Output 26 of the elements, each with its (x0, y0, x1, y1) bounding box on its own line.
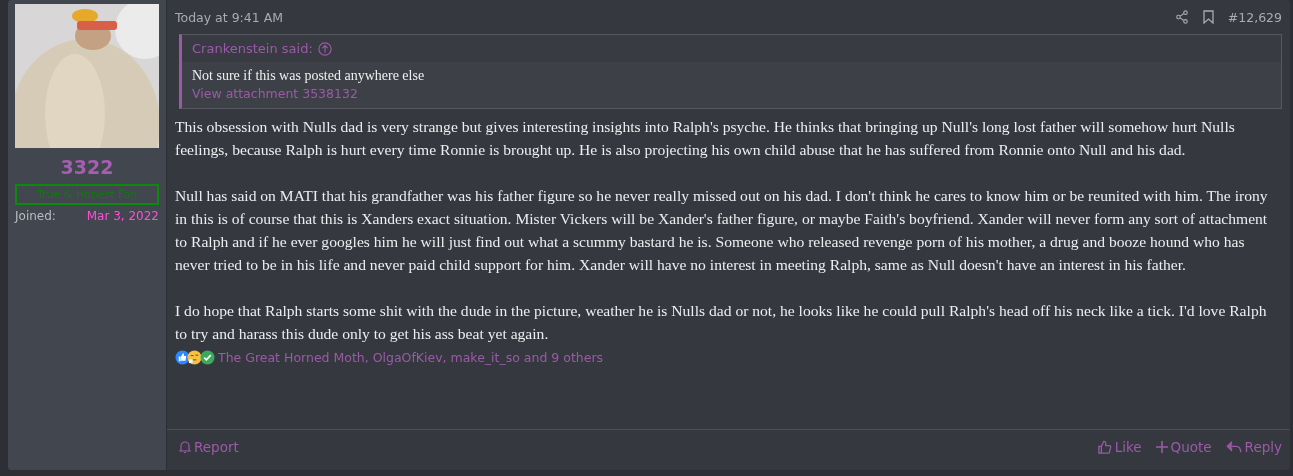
quote-author[interactable]: Crankenstein said: (192, 41, 313, 56)
joined-date: Mar 3, 2022 (86, 209, 159, 223)
quote-text: Not sure if this was posted anywhere else (192, 68, 426, 84)
report-link[interactable]: Report (179, 439, 239, 455)
reply-link[interactable]: Reply (1225, 439, 1282, 455)
username[interactable]: 3322 (60, 156, 114, 178)
reactions-link[interactable]: The Great Horned Moth, OlgaOfKiev, make_it_so and 9 others (218, 349, 604, 365)
plus-icon (1155, 441, 1168, 453)
like-link[interactable]: Like (1096, 439, 1142, 455)
reply-arrow-icon (1225, 440, 1242, 454)
thumbs-up-icon (1096, 439, 1112, 455)
attachment-link[interactable]: View attachment 3538132 (192, 86, 358, 101)
post-paragraph: This obsession with Nulls dad is very strange but gives interesting insights into Ralph's psyche. He thinks that bringing up Null's long lost father will somehow hurt Nulls feelings, because Ralph is hurt every time Ronnie is brought up. He is also projecting his own child abuse that he has suffered from Ronnie onto Null and his dad. (175, 117, 1236, 160)
post-number[interactable]: #12,629 (1227, 9, 1282, 25)
thinking-face-icon (187, 349, 202, 365)
bookmark-icon[interactable] (1202, 10, 1214, 24)
post-time[interactable]: Today at 9:41 AM (175, 9, 284, 25)
check-reaction-icon (200, 349, 215, 365)
bell-icon (179, 440, 191, 454)
thumbs-up-reaction-icon (175, 349, 190, 365)
joined-label: Joined: (15, 209, 56, 223)
user-title-badge: True & Honest Fan (15, 184, 159, 205)
quote-link[interactable]: Quote (1155, 439, 1212, 455)
post-paragraph: Null has said on MATI that his grandfather was his father figure so he never really missed out on his dad. I don't think he cares to know him or be reunited with him. The irony in this is of course that this is Xanders exact situation. Mister Vickers will be Xander's father figure, or maybe Faith's boyfriend. Xander will never form any sort of attachment to Ralph and if he ever googles him he will just find out what a scummy bastard he is. Someone who released revenge porn of his mother, a drug and booze hound who has never tried to be in his life and never paid child support for him. Xander will have no interest in meeting Ralph, same as Null doesn't have an interest in his father. (175, 186, 1269, 275)
post-paragraph: I do hope that Ralph starts some shit with the dude in the picture, weather he is Nulls dad or not, he looks like he could pull Ralph's head off his neck like a tick. I'd love Ralph to try and harass this dude only to get his ass beat yet again. (175, 301, 1268, 344)
share-icon[interactable] (1174, 10, 1189, 24)
